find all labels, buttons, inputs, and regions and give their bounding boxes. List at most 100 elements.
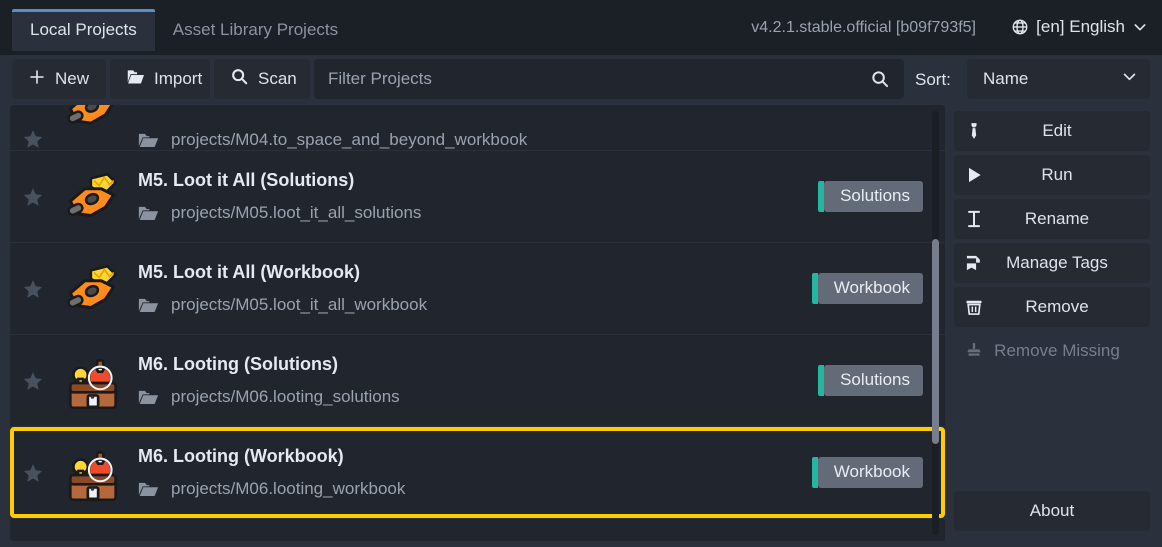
project-path-text: projects/M06.looting_solutions xyxy=(171,387,400,406)
project-meta: M6. Looting (Workbook) projects/M06.loot… xyxy=(130,446,818,499)
remove-label: Remove xyxy=(1025,297,1089,316)
folder-open-icon xyxy=(126,68,145,90)
project-meta: M5. Loot it All (Solutions) projects/M05… xyxy=(130,170,824,223)
project-path-text: projects/M05.loot_it_all_workbook xyxy=(171,295,428,314)
project-list-scrollbar-track[interactable] xyxy=(932,111,939,535)
favorite-star-icon[interactable] xyxy=(10,186,56,208)
language-selector[interactable]: [en] English xyxy=(1007,15,1152,39)
spaceship-gem-icon xyxy=(56,105,130,150)
project-title: M5. Loot it All (Solutions) xyxy=(138,170,355,190)
project-path-text: projects/M05.loot_it_all_solutions xyxy=(171,203,422,222)
project-list-item[interactable]: projects/M04.to_space_and_beyond_workboo… xyxy=(10,105,945,151)
folder-icon xyxy=(138,388,159,406)
project-title: M6. Looting (Workbook) xyxy=(138,446,344,466)
tab-local-projects[interactable]: Local Projects xyxy=(12,9,155,51)
project-tag[interactable]: Solutions xyxy=(818,181,923,212)
search-icon xyxy=(870,69,890,89)
project-path: projects/M04.to_space_and_beyond_workboo… xyxy=(138,130,923,150)
toolbar: New Import Scan Filter Projects Sort: Na… xyxy=(0,55,1162,103)
new-project-label: New xyxy=(55,69,90,88)
treasure-chest-icon xyxy=(56,348,130,414)
project-list-item-selected[interactable]: M6. Looting (Workbook) projects/M06.loot… xyxy=(10,427,945,519)
pencil-icon xyxy=(954,121,994,141)
project-actions-sidebar: Edit Run Rename Manage Tags Remove Remov… xyxy=(952,105,1152,541)
folder-icon xyxy=(138,480,159,498)
tab-strip: Local Projects Asset Library Projects xyxy=(12,9,356,51)
project-tags: Solutions xyxy=(818,181,945,212)
project-meta: M6. Looting (Solutions) projects/M06.loo… xyxy=(130,354,824,407)
godot-project-manager-window: Local Projects Asset Library Projects v4… xyxy=(0,0,1162,547)
manage-tags-label: Manage Tags xyxy=(1006,253,1108,272)
project-list: projects/M04.to_space_and_beyond_workboo… xyxy=(10,105,945,519)
remove-missing-label: Remove Missing xyxy=(994,341,1120,360)
rename-button[interactable]: Rename xyxy=(954,199,1150,239)
project-title: M6. Looting (Solutions) xyxy=(138,354,338,374)
main-area: projects/M04.to_space_and_beyond_workboo… xyxy=(0,103,1162,547)
version-label: v4.2.1.stable.official [b09f793f5] xyxy=(751,19,976,36)
project-list-item[interactable]: M6. Looting (Solutions) projects/M06.loo… xyxy=(10,335,945,427)
remove-button[interactable]: Remove xyxy=(954,287,1150,327)
import-project-button[interactable]: Import xyxy=(110,59,210,99)
run-label: Run xyxy=(1041,165,1073,184)
play-icon xyxy=(954,165,994,185)
project-tag[interactable]: Workbook xyxy=(811,457,923,488)
folder-icon xyxy=(138,131,159,149)
text-cursor-icon xyxy=(954,209,994,229)
project-tag[interactable]: Workbook xyxy=(811,273,923,304)
edit-button[interactable]: Edit xyxy=(954,111,1150,151)
manage-tags-button[interactable]: Manage Tags xyxy=(954,243,1150,283)
sort-dropdown[interactable]: Name xyxy=(967,59,1150,99)
favorite-star-icon[interactable] xyxy=(10,278,56,300)
folder-icon xyxy=(138,296,159,314)
project-path: projects/M05.loot_it_all_workbook xyxy=(138,295,818,315)
tab-asset-library-projects[interactable]: Asset Library Projects xyxy=(155,9,356,51)
tab-bar: Local Projects Asset Library Projects v4… xyxy=(0,0,1162,55)
new-project-button[interactable]: New xyxy=(12,59,106,99)
edit-label: Edit xyxy=(1042,121,1072,140)
project-tags: Workbook xyxy=(811,457,945,488)
tab-local-projects-label: Local Projects xyxy=(30,20,137,39)
sort-label: Sort: xyxy=(915,70,951,89)
project-path: projects/M05.loot_it_all_solutions xyxy=(138,203,824,223)
spaceship-gem-icon xyxy=(56,164,130,230)
project-tags: Solutions xyxy=(818,365,945,396)
broom-icon xyxy=(954,341,994,361)
tab-asset-library-projects-label: Asset Library Projects xyxy=(172,20,339,39)
project-list-item[interactable]: M5. Loot it All (Solutions) projects/M05… xyxy=(10,151,945,243)
remove-missing-button: Remove Missing xyxy=(954,331,1150,371)
project-list-panel[interactable]: projects/M04.to_space_and_beyond_workboo… xyxy=(10,105,945,541)
project-meta: projects/M04.to_space_and_beyond_workboo… xyxy=(130,130,923,150)
filter-projects-input[interactable] xyxy=(314,69,870,89)
project-meta: M5. Loot it All (Workbook) projects/M05.… xyxy=(130,262,818,315)
scan-projects-button[interactable]: Scan xyxy=(214,59,310,99)
folder-icon xyxy=(138,204,159,222)
run-button[interactable]: Run xyxy=(954,155,1150,195)
favorite-star-icon[interactable] xyxy=(10,462,56,484)
favorite-star-icon[interactable] xyxy=(10,370,56,392)
spaceship-gem-icon xyxy=(56,256,130,322)
trash-icon xyxy=(954,297,994,317)
language-label: [en] English xyxy=(1036,17,1125,36)
project-path: projects/M06.looting_solutions xyxy=(138,387,824,407)
favorite-star-icon[interactable] xyxy=(10,128,56,150)
tag-icon xyxy=(954,253,994,273)
chevron-down-icon xyxy=(1121,68,1138,90)
scan-projects-label: Scan xyxy=(258,69,297,88)
about-label: About xyxy=(1029,501,1075,520)
rename-label: Rename xyxy=(1024,209,1090,228)
plus-icon xyxy=(28,68,46,91)
project-path-text: projects/M04.to_space_and_beyond_workboo… xyxy=(171,130,528,149)
project-tag[interactable]: Solutions xyxy=(818,365,923,396)
project-path: projects/M06.looting_workbook xyxy=(138,479,818,499)
treasure-chest-icon xyxy=(56,440,130,506)
project-list-scrollbar-thumb[interactable] xyxy=(932,239,939,444)
sort-dropdown-value: Name xyxy=(983,69,1029,88)
globe-icon xyxy=(1011,18,1029,36)
chevron-down-icon xyxy=(1132,19,1148,35)
about-button[interactable]: About xyxy=(954,491,1150,531)
project-path-text: projects/M06.looting_workbook xyxy=(171,479,406,498)
import-project-label: Import xyxy=(154,69,203,88)
project-list-item[interactable]: M5. Loot it All (Workbook) projects/M05.… xyxy=(10,243,945,335)
filter-projects-field[interactable] xyxy=(314,59,904,99)
search-icon xyxy=(230,67,249,91)
